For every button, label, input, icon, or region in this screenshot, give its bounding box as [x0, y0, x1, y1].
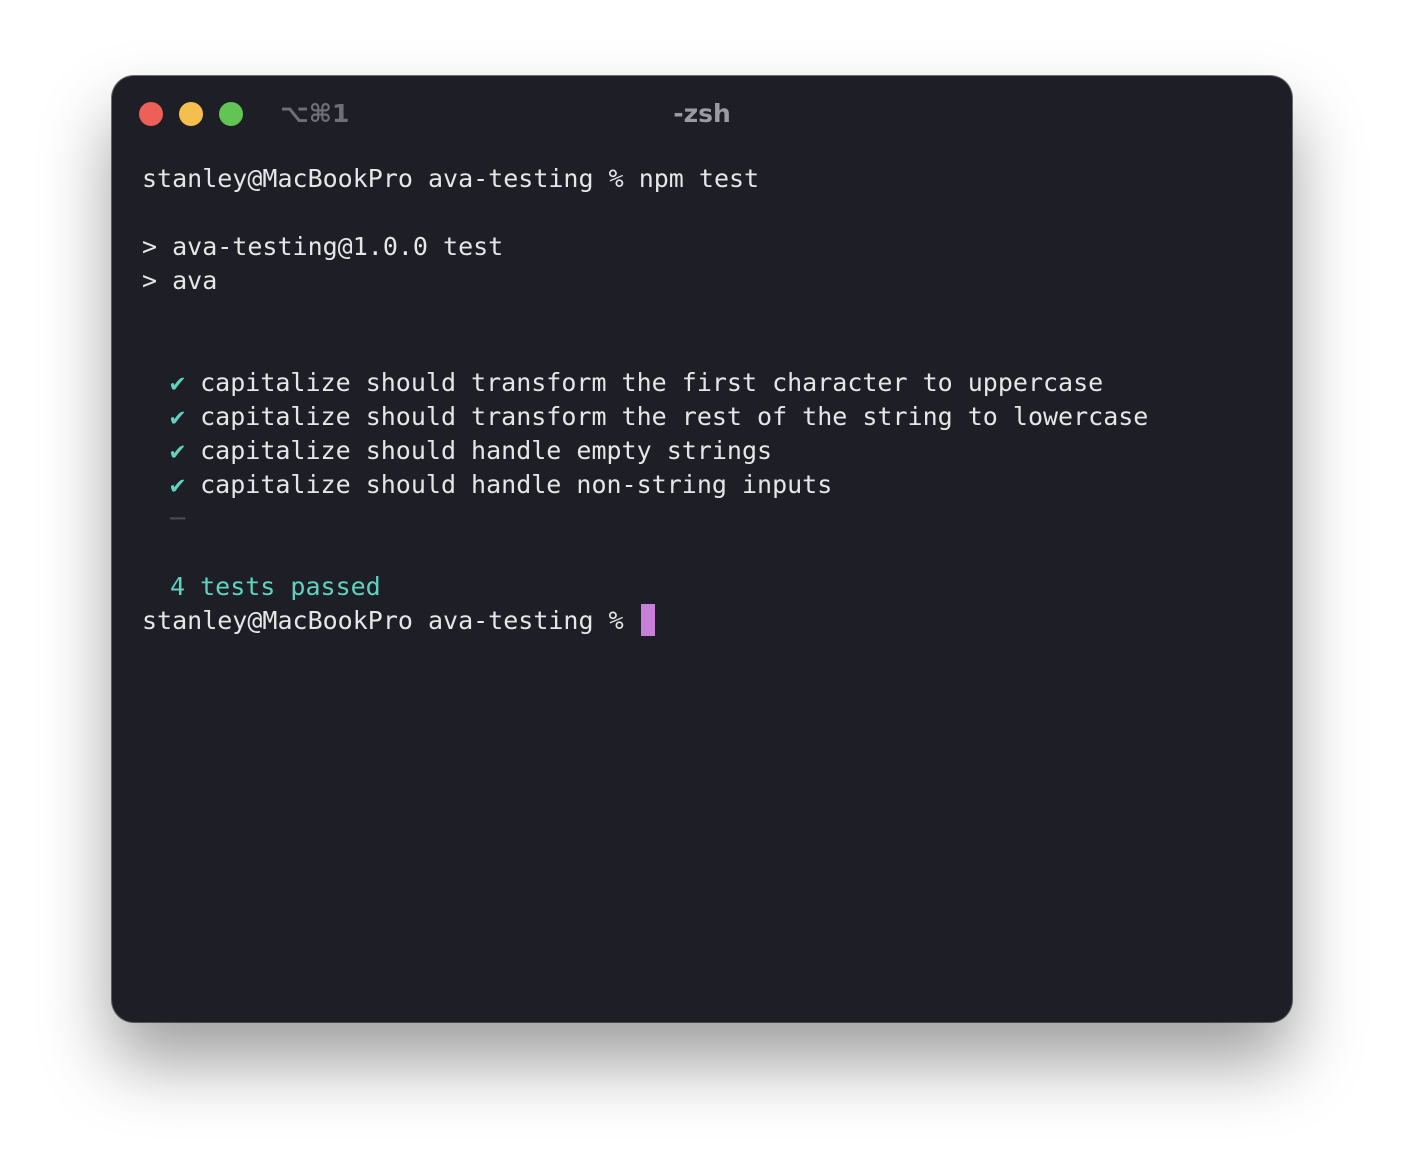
prompt-line[interactable]: stanley@MacBookPro ava-testing %	[142, 604, 1148, 638]
test-result-row: ✔ capitalize should transform the rest o…	[142, 400, 1148, 434]
separator-line: ─	[142, 502, 1148, 536]
terminal-output[interactable]: stanley@MacBookPro ava-testing % npm tes…	[142, 162, 1148, 638]
check-icon: ✔	[170, 470, 186, 499]
text-cursor	[640, 604, 655, 636]
test-result-row: ✔ capitalize should transform the first …	[142, 366, 1148, 400]
test-name: capitalize should transform the first ch…	[200, 368, 1104, 397]
separator: ─	[170, 504, 186, 533]
terminal-window: ⌥⌘1 -zsh stanley@MacBookPro ava-testing …	[112, 76, 1292, 1022]
test-name: capitalize should transform the rest of …	[200, 402, 1149, 431]
summary-line: 4 tests passed	[142, 570, 1148, 604]
shell-prompt: stanley@MacBookPro ava-testing %	[142, 164, 639, 193]
script-line: > ava	[142, 266, 218, 295]
test-result-row: ✔ capitalize should handle empty strings	[142, 434, 1148, 468]
script-line: > ava-testing@1.0.0 test	[142, 232, 504, 261]
command-text: npm test	[638, 164, 760, 193]
check-icon: ✔	[170, 436, 186, 465]
test-result-row: ✔ capitalize should handle non-string in…	[142, 468, 1148, 502]
test-name: capitalize should handle empty strings	[200, 436, 773, 465]
command-line: stanley@MacBookPro ava-testing % npm tes…	[142, 162, 1148, 196]
title-bar[interactable]: ⌥⌘1 -zsh	[112, 76, 1292, 152]
shell-prompt: stanley@MacBookPro ava-testing %	[142, 606, 639, 635]
check-icon: ✔	[170, 402, 186, 431]
tests-passed-summary: 4 tests passed	[170, 572, 381, 601]
test-name: capitalize should handle non-string inpu…	[200, 470, 833, 499]
window-title: -zsh	[673, 99, 731, 128]
check-icon: ✔	[170, 368, 186, 397]
